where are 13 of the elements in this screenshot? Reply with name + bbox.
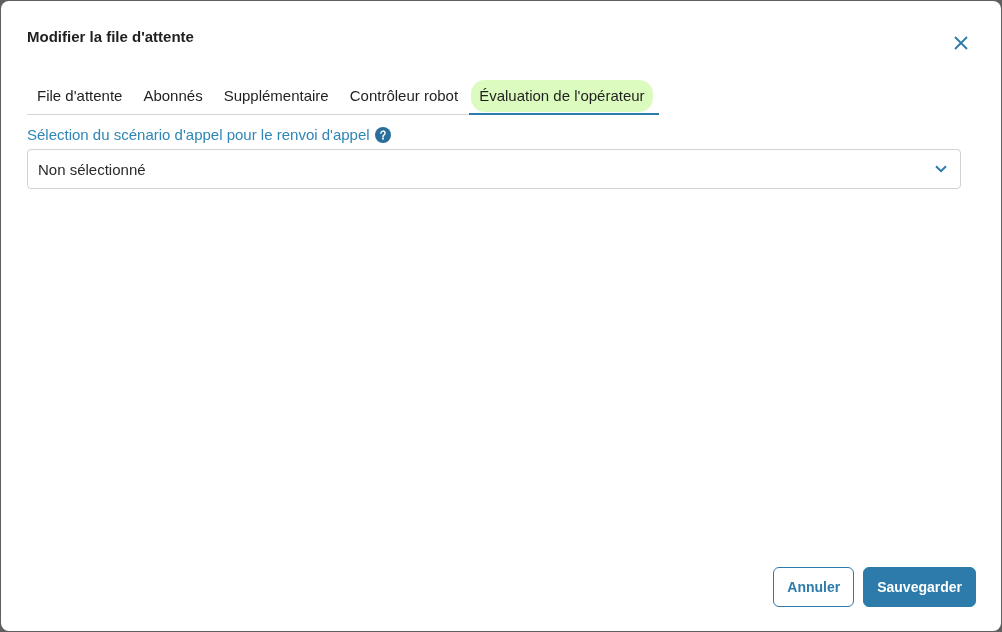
save-button[interactable]: Sauvegarder (863, 567, 976, 607)
close-icon (954, 36, 968, 50)
tab[interactable]: Contrôleur robot (339, 80, 470, 115)
dialog-title: Modifier la file d'attente (27, 28, 194, 46)
help-icon (374, 127, 391, 143)
chevron-down-icon (935, 165, 947, 173)
cancel-button[interactable]: Annuler (773, 567, 855, 607)
tab[interactable]: Supplémentaire (213, 80, 340, 115)
field-label: Sélection du scénario d'appel pour le renvoi d'appel (27, 126, 370, 144)
tab[interactable]: File d'attente (27, 80, 134, 115)
tab[interactable]: Abonnés (133, 80, 214, 115)
close-button[interactable] (954, 36, 968, 50)
dropdown-field[interactable]: Non sélectionné (27, 149, 961, 189)
